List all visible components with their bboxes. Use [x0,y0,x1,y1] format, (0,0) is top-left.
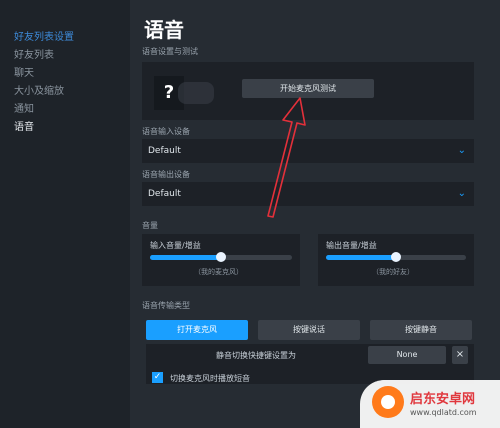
input-device-select[interactable]: Default ⌄ [142,139,474,163]
output-volume-slider[interactable] [326,252,466,262]
sidebar-item-voice[interactable]: 语音 [14,118,34,133]
input-volume-caption: （我的麦克风） [194,268,243,276]
tab-open-mic[interactable]: 打开麦克风 [146,320,248,340]
output-volume-fill [326,255,396,260]
mute-hotkey-label: 静音切换快捷键设置为 [216,351,296,360]
output-volume-caption: （我的好友） [372,268,414,276]
voice-settings-main: 语音 语音设置与测试 ? 开始麦克风测试 语音输入设备 Default ⌄ 语音… [130,0,500,428]
input-volume-label: 输入音量/增益 [150,241,201,250]
output-volume-thumb[interactable] [391,252,401,262]
sidebar-item-notifications[interactable]: 通知 [14,100,34,115]
watermark-logo-icon [372,386,404,418]
transmission-type-label: 语音传输类型 [142,301,190,310]
page-title: 语音 [144,18,184,42]
output-device-select[interactable]: Default ⌄ [142,182,474,206]
output-volume-label: 输出音量/增益 [326,241,377,250]
input-volume-thumb[interactable] [216,252,226,262]
input-device-value: Default [148,146,181,156]
input-device-label: 语音输入设备 [142,127,190,136]
settings-sidebar: 好友列表设置 好友列表 聊天 大小及缩放 通知 语音 [0,0,130,428]
mic-level-indicator [178,82,214,104]
watermark: 启东安卓网 www.qdlatd.com [360,380,500,428]
clear-hotkey-button[interactable]: × [452,346,468,364]
input-volume-slider[interactable] [150,252,292,262]
output-volume-panel: 输出音量/增益 （我的好友） [318,234,474,286]
sidebar-item-size-scaling[interactable]: 大小及缩放 [14,82,64,97]
output-device-value: Default [148,189,181,199]
tab-push-to-mute[interactable]: 按键静音 [370,320,472,340]
input-volume-panel: 输入音量/增益 （我的麦克风） [142,234,300,286]
play-sound-label: 切换麦克风时播放短音 [170,374,250,383]
sidebar-item-chat[interactable]: 聊天 [14,64,34,79]
chevron-down-icon: ⌄ [457,188,466,199]
tab-push-to-talk[interactable]: 按键说话 [258,320,360,340]
chevron-down-icon: ⌄ [457,145,466,156]
watermark-brand: 启东安卓网 [410,392,476,407]
sidebar-header[interactable]: 好友列表设置 [14,28,74,43]
sidebar-item-friends-list[interactable]: 好友列表 [14,46,54,61]
play-sound-checkbox[interactable]: ✓ [152,372,163,383]
test-section-label: 语音设置与测试 [142,47,198,56]
input-volume-fill [150,255,221,260]
volume-label: 音量 [142,221,158,230]
start-mic-test-button[interactable]: 开始麦克风测试 [242,79,374,98]
watermark-url: www.qdlatd.com [410,408,477,417]
output-device-label: 语音输出设备 [142,170,190,179]
mute-hotkey-button[interactable]: None [368,346,446,364]
